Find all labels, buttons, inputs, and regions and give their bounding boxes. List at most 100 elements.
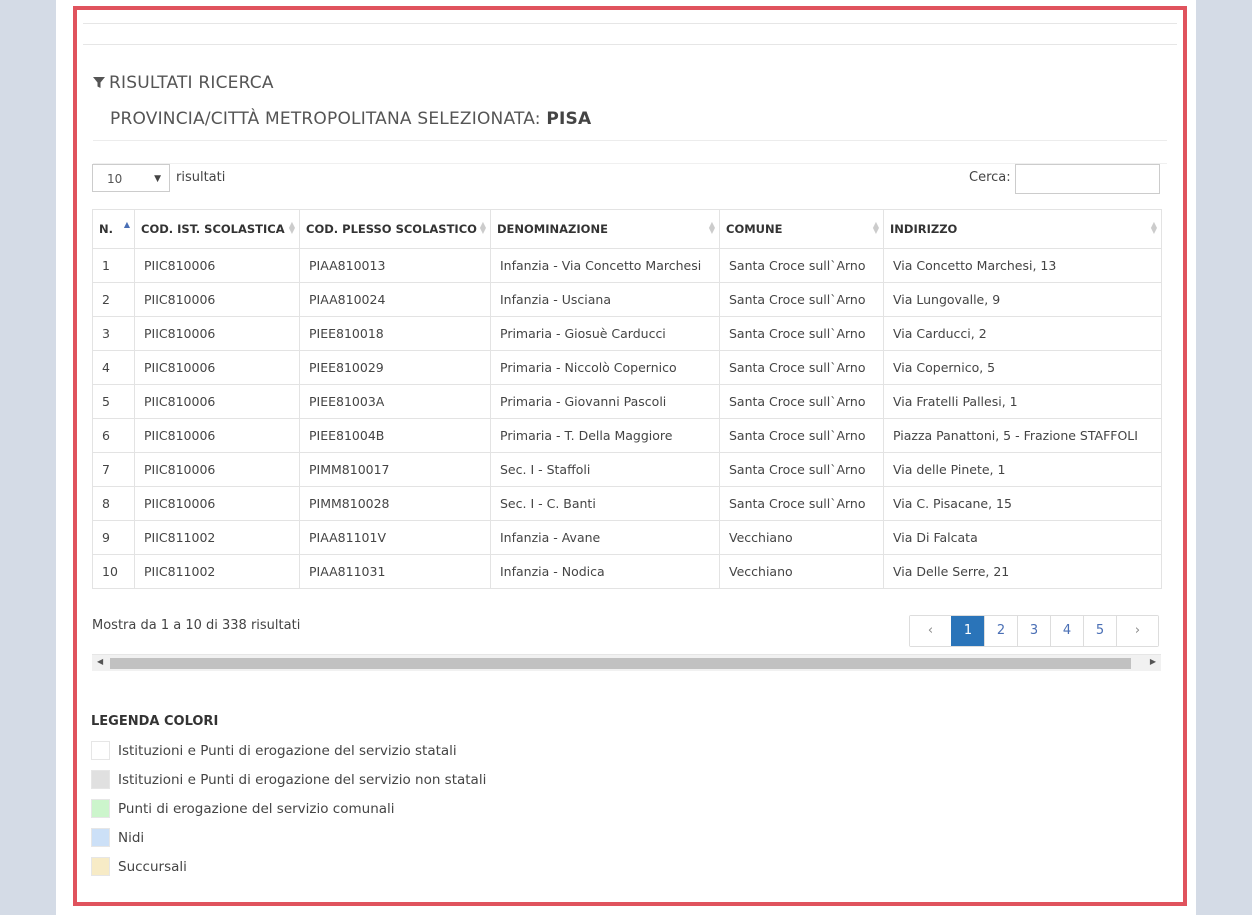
cell-cod-ist: PIIC810006 <box>134 384 300 419</box>
cell-number: 3 <box>92 316 135 351</box>
cell-denominazione: Infanzia - Avane <box>490 520 720 555</box>
column-header-label: N. <box>99 222 113 236</box>
cell-number: 10 <box>92 554 135 589</box>
selected-province: PROVINCIA/CITTÀ METROPOLITANA SELEZIONAT… <box>110 109 591 129</box>
pagination-page-4[interactable]: 4 <box>1050 616 1083 646</box>
cell-comune: Santa Croce sull`Arno <box>719 282 884 317</box>
divider <box>83 44 1177 45</box>
table-row[interactable]: 1 PIIC810006 PIAA810013 Infanzia - Via Conc… <box>92 248 1162 283</box>
legend-label: Punti di erogazione del servizio comunal… <box>118 800 395 817</box>
cell-comune: Santa Croce sull`Arno <box>719 316 884 351</box>
legend-swatch <box>91 857 110 876</box>
cell-indirizzo: Via Fratelli Pallesi, 1 <box>883 384 1162 419</box>
legend-item: Istituzioni e Punti di erogazione del se… <box>91 770 486 789</box>
column-header-label: DENOMINAZIONE <box>497 222 608 236</box>
cell-number: 7 <box>92 452 135 487</box>
column-header-label: COMUNE <box>726 222 783 236</box>
cell-number: 2 <box>92 282 135 317</box>
cell-denominazione: Primaria - Giosuè Carducci <box>490 316 720 351</box>
pagination-page-3[interactable]: 3 <box>1017 616 1050 646</box>
table-row[interactable]: 2 PIIC810006 PIAA810024 Infanzia - Usciana S… <box>92 282 1162 317</box>
cell-cod-ist: PIIC811002 <box>134 554 300 589</box>
search-input[interactable] <box>1015 164 1160 194</box>
cell-indirizzo: Piazza Panattoni, 5 - Frazione STAFFOLI <box>883 418 1162 453</box>
legend-item: Punti di erogazione del servizio comunal… <box>91 799 395 818</box>
column-header-indirizzo[interactable]: INDIRIZZO ▲ ▼ <box>883 209 1162 249</box>
cell-number: 9 <box>92 520 135 555</box>
cell-cod-ist: PIIC810006 <box>134 282 300 317</box>
pagination-prev-button[interactable]: ‹ <box>910 616 951 646</box>
cell-indirizzo: Via delle Pinete, 1 <box>883 452 1162 487</box>
cell-number: 5 <box>92 384 135 419</box>
pagination-page-2[interactable]: 2 <box>984 616 1017 646</box>
legend-label: Nidi <box>118 829 145 846</box>
cell-cod-ist: PIIC810006 <box>134 350 300 385</box>
cell-cod-plesso: PIMM810017 <box>299 452 491 487</box>
column-header-denominazione[interactable]: DENOMINAZIONE ▲ ▼ <box>490 209 720 249</box>
province-label: PROVINCIA/CITTÀ METROPOLITANA SELEZIONAT… <box>110 109 541 129</box>
results-panel: RISULTATI RICERCA PROVINCIA/CITTÀ METROP… <box>73 6 1187 906</box>
pagination-page-5[interactable]: 5 <box>1083 616 1116 646</box>
column-header-comune[interactable]: COMUNE ▲ ▼ <box>719 209 884 249</box>
table-row[interactable]: 10 PIIC811002 PIAA811031 Infanzia - Nodica V… <box>92 554 1162 589</box>
cell-cod-ist: PIIC811002 <box>134 520 300 555</box>
table-row[interactable]: 8 PIIC810006 PIMM810028 Sec. I - C. Banti Sa… <box>92 486 1162 521</box>
pagination-page-1[interactable]: 1 <box>951 616 984 646</box>
column-header-label: COD. PLESSO SCOLASTICO <box>306 222 477 236</box>
cell-comune: Vecchiano <box>719 554 884 589</box>
sort-icon: ▲ ▼ <box>1150 220 1157 235</box>
table-row[interactable]: 9 PIIC811002 PIAA81101V Infanzia - Avane Vec… <box>92 520 1162 555</box>
cell-denominazione: Primaria - Giovanni Pascoli <box>490 384 720 419</box>
table-row[interactable]: 5 PIIC810006 PIEE81003A Primaria - Giovanni… <box>92 384 1162 419</box>
results-title: RISULTATI RICERCA <box>109 73 274 93</box>
scrollbar-thumb[interactable] <box>110 658 1131 669</box>
cell-number: 1 <box>92 248 135 283</box>
legend-label: Succursali <box>118 858 187 875</box>
cell-cod-plesso: PIEE81004B <box>299 418 491 453</box>
legend-item: Succursali <box>91 857 187 876</box>
column-header-cod-plesso[interactable]: COD. PLESSO SCOLASTICO ▲ ▼ <box>299 209 491 249</box>
results-heading: RISULTATI RICERCA <box>93 73 274 93</box>
cell-cod-plesso: PIMM810028 <box>299 486 491 521</box>
page-length-select[interactable]: 10 ▼ <box>92 164 170 192</box>
scroll-left-icon[interactable]: ◀ <box>97 657 103 666</box>
cell-indirizzo: Via Copernico, 5 <box>883 350 1162 385</box>
cell-denominazione: Infanzia - Via Concetto Marchesi <box>490 248 720 283</box>
table-row[interactable]: 3 PIIC810006 PIEE810018 Primaria - Giosuè C… <box>92 316 1162 351</box>
sort-ascending-icon: ▲▼ <box>123 220 130 229</box>
cell-number: 4 <box>92 350 135 385</box>
pagination-next-button[interactable]: › <box>1116 616 1158 646</box>
sort-icon: ▲ ▼ <box>872 220 879 235</box>
cell-cod-ist: PIIC810006 <box>134 418 300 453</box>
column-header-number[interactable]: N. ▲▼ <box>92 209 135 249</box>
table-row[interactable]: 6 PIIC810006 PIEE81004B Primaria - T. Della… <box>92 418 1162 453</box>
cell-denominazione: Infanzia - Usciana <box>490 282 720 317</box>
cell-comune: Vecchiano <box>719 520 884 555</box>
divider <box>93 163 1167 164</box>
sort-icon: ▲ ▼ <box>479 220 486 235</box>
table-row[interactable]: 7 PIIC810006 PIMM810017 Sec. I - Staffoli Sa… <box>92 452 1162 487</box>
cell-indirizzo: Via Concetto Marchesi, 13 <box>883 248 1162 283</box>
cell-cod-plesso: PIEE81003A <box>299 384 491 419</box>
search-label: Cerca: <box>969 170 1011 185</box>
caret-down-icon: ▼ <box>154 174 161 184</box>
cell-cod-plesso: PIAA81101V <box>299 520 491 555</box>
table-row[interactable]: 4 PIIC810006 PIEE810029 Primaria - Niccolò … <box>92 350 1162 385</box>
sort-icon: ▲ ▼ <box>708 220 715 235</box>
legend-swatch <box>91 799 110 818</box>
column-header-cod-ist[interactable]: COD. IST. SCOLASTICA ▲ ▼ <box>134 209 300 249</box>
cell-indirizzo: Via Delle Serre, 21 <box>883 554 1162 589</box>
legend-item: Nidi <box>91 828 144 847</box>
horizontal-scrollbar[interactable]: ◀ ▶ <box>92 654 1161 671</box>
pagination: ‹ 1 2 3 4 5 › <box>909 615 1159 647</box>
scroll-right-icon[interactable]: ▶ <box>1150 657 1156 666</box>
cell-cod-plesso: PIAA810024 <box>299 282 491 317</box>
legend-label: Istituzioni e Punti di erogazione del se… <box>118 771 487 788</box>
cell-denominazione: Infanzia - Nodica <box>490 554 720 589</box>
table-header-row: N.▲▼COD. IST. SCOLASTICA▲▼COD. PLESSO SC… <box>92 209 1162 249</box>
table-info: Mostra da 1 a 10 di 338 risultati <box>92 618 301 633</box>
cell-cod-ist: PIIC810006 <box>134 452 300 487</box>
cell-denominazione: Sec. I - C. Banti <box>490 486 720 521</box>
filter-icon <box>93 77 105 89</box>
cell-denominazione: Sec. I - Staffoli <box>490 452 720 487</box>
